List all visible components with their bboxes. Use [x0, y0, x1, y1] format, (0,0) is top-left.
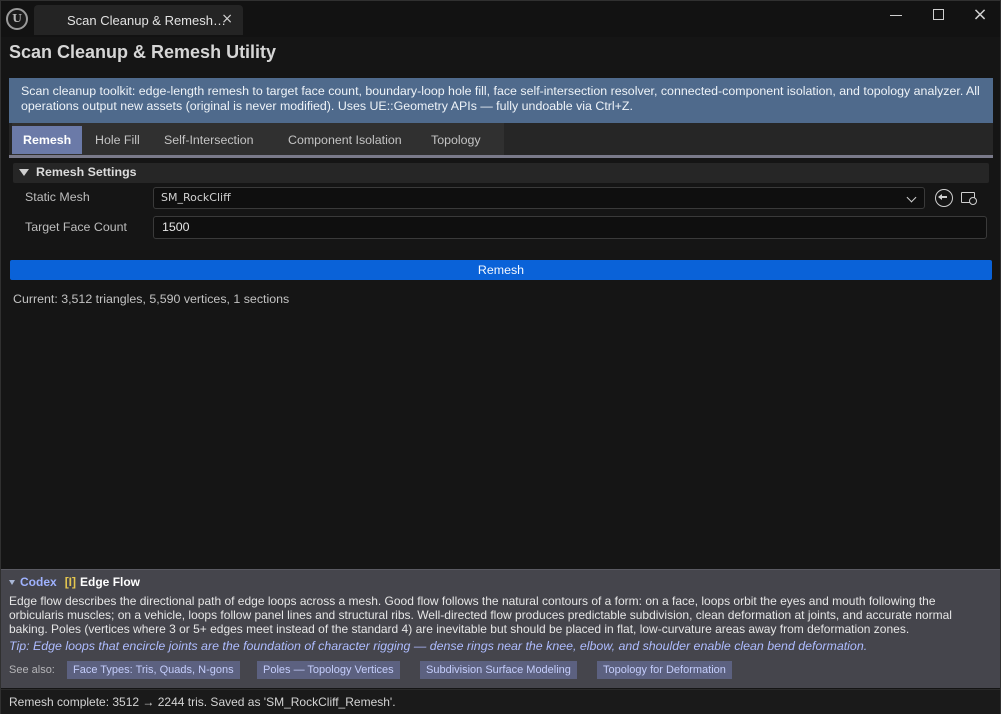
- see-also-link[interactable]: Face Types: Tris, Quads, N-gons: [67, 661, 240, 679]
- current-mesh-stats: Current: 3,512 triangles, 5,590 vertices…: [13, 292, 290, 306]
- remesh-button[interactable]: Remesh: [10, 260, 992, 280]
- document-tab-label: Scan Cleanup & Remesh…: [67, 13, 226, 28]
- static-mesh-value: SM_RockCliff: [161, 191, 231, 204]
- close-icon: ×: [972, 4, 988, 25]
- status-bar: Remesh complete: 3512 → 2244 tris. Saved…: [1, 689, 1000, 714]
- use-selected-asset-icon[interactable]: [935, 189, 953, 207]
- title-bar: U Scan Cleanup & Remesh… × ×: [1, 1, 1000, 37]
- collapse-arrow-icon: [9, 580, 15, 585]
- static-mesh-dropdown[interactable]: SM_RockCliff: [153, 187, 925, 209]
- tab-hole-fill[interactable]: Hole Fill: [84, 126, 151, 154]
- codex-header[interactable]: Codex [I] Edge Flow: [9, 575, 140, 589]
- maximize-button[interactable]: [923, 5, 953, 27]
- maximize-icon: [933, 9, 944, 20]
- codex-brand: Codex: [20, 575, 57, 589]
- minimize-icon: [890, 15, 902, 16]
- app-window: U Scan Cleanup & Remesh… × × Scan Cleanu…: [0, 0, 1001, 714]
- mode-tabs: Remesh Hole Fill Self-Intersection Compo…: [12, 123, 504, 155]
- see-also-label: See also:: [9, 664, 55, 676]
- see-also-link[interactable]: Topology for Deformation: [597, 661, 732, 679]
- search-icon: [969, 197, 977, 205]
- tab-component-isolation[interactable]: Component Isolation: [277, 126, 413, 154]
- codex-topic: Edge Flow: [80, 575, 141, 589]
- codex-panel: Codex [I] Edge Flow Edge flow describes th…: [1, 569, 1000, 688]
- status-message: Remesh complete: 3512 → 2244 tris. Saved…: [9, 695, 396, 709]
- chevron-down-icon: [906, 192, 917, 203]
- unreal-logo-icon: U: [6, 8, 28, 30]
- mode-tab-bar: Remesh Hole Fill Self-Intersection Compo…: [9, 123, 993, 155]
- collapse-arrow-icon: [19, 169, 29, 176]
- page-title: Scan Cleanup & Remesh Utility: [9, 42, 277, 62]
- see-also-link[interactable]: Poles — Topology Vertices: [257, 661, 400, 679]
- remesh-settings-header[interactable]: Remesh Settings: [13, 163, 989, 183]
- tab-topology[interactable]: Topology: [420, 126, 492, 154]
- section-label: Remesh Settings: [36, 165, 137, 179]
- description-banner: Scan cleanup toolkit: edge-length remesh…: [9, 78, 993, 123]
- codex-badge: [I]: [64, 575, 77, 589]
- target-face-count-label: Target Face Count: [25, 220, 127, 234]
- close-window-button[interactable]: ×: [965, 5, 995, 27]
- tab-underline: [9, 155, 993, 158]
- target-face-count-input[interactable]: 1500: [153, 216, 987, 239]
- codex-body: Edge flow describes the directional path…: [9, 594, 952, 636]
- see-also-link[interactable]: Subdivision Surface Modeling: [420, 661, 577, 679]
- close-tab-icon[interactable]: ×: [221, 11, 233, 27]
- codex-tip: Tip: Edge loops that encircle joints are…: [9, 639, 868, 653]
- tab-remesh[interactable]: Remesh: [12, 126, 83, 154]
- browse-to-asset-icon[interactable]: [961, 189, 979, 207]
- minimize-button[interactable]: [881, 5, 911, 27]
- document-tab[interactable]: Scan Cleanup & Remesh… ×: [34, 5, 243, 35]
- static-mesh-label: Static Mesh: [25, 190, 90, 204]
- tab-self-intersection[interactable]: Self-Intersection: [153, 126, 265, 154]
